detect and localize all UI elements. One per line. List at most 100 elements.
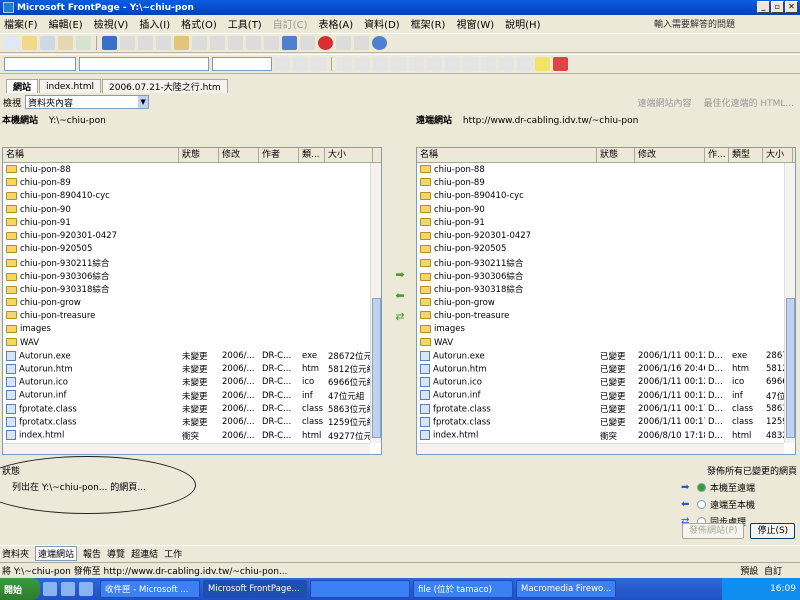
folder-row[interactable]: images <box>417 323 795 336</box>
radio-button[interactable] <box>697 500 706 509</box>
menu-frames[interactable]: 框架(R) <box>411 16 446 31</box>
col-size[interactable]: 大小 <box>325 148 373 162</box>
remote-content-link[interactable]: 遠端網站內容 <box>637 96 691 109</box>
save-icon[interactable] <box>40 36 55 50</box>
file-row[interactable]: Autorun.exe 已變更 2006/1/11 00:12 D... exe 2867 <box>417 349 795 362</box>
col-modified[interactable]: 修改 <box>219 148 259 162</box>
file-row[interactable]: Autorun.htm 未變更 2006/... DR-C... htm 5812位元組 <box>3 362 381 375</box>
task-fireworks[interactable]: Macromedia Firewo... <box>516 580 616 598</box>
menu-help[interactable]: 說明(H) <box>505 16 540 31</box>
view-navigation[interactable]: 導覽 <box>107 547 125 560</box>
view-select[interactable]: 資料夾內容 ▼ <box>25 95 150 109</box>
anchor-icon[interactable] <box>354 36 369 50</box>
file-row[interactable]: Autorun.exe 未變更 2006/... DR-C... exe 28672位元組 <box>3 349 381 362</box>
refresh-icon[interactable] <box>300 36 315 50</box>
tab-trip-page[interactable]: 2006.07.21-大陸之行.htm <box>102 79 228 93</box>
folder-row[interactable]: chiu-pon-treasure <box>417 309 795 322</box>
col-type[interactable]: 類... <box>299 148 325 162</box>
paste-icon[interactable] <box>174 36 189 50</box>
menu-table[interactable]: 表格(A) <box>319 16 354 31</box>
file-row[interactable]: fprotatx.class 已變更 2006/1/11 00:17 D... clas… <box>417 416 795 429</box>
folder-row[interactable]: chiu-pon-91 <box>3 216 381 229</box>
help-question-box[interactable]: 輸入需要解答的問題 <box>654 17 754 30</box>
view-hyperlinks[interactable]: 超連結 <box>131 547 158 560</box>
col-modified[interactable]: 修改 <box>635 148 705 162</box>
cut-icon[interactable] <box>138 36 153 50</box>
outdent-icon[interactable] <box>481 57 496 71</box>
highlight-icon[interactable] <box>535 57 550 71</box>
folder-row[interactable]: chiu-pon-930306綜合 <box>417 269 795 282</box>
view-reports[interactable]: 報告 <box>83 547 101 560</box>
vertical-scrollbar[interactable] <box>370 163 381 443</box>
stop-button[interactable]: 停止(S) <box>750 523 796 539</box>
horizontal-scrollbar[interactable] <box>3 443 370 454</box>
horizontal-scrollbar[interactable] <box>417 443 784 454</box>
numbering-icon[interactable] <box>445 57 460 71</box>
maximize-button[interactable]: ▫ <box>771 1 784 13</box>
justify-icon[interactable] <box>391 57 406 71</box>
outlook-icon[interactable] <box>61 582 75 596</box>
folder-row[interactable]: chiu-pon-930306綜合 <box>3 269 381 282</box>
folder-row[interactable]: chiu-pon-88 <box>417 163 795 176</box>
sync-icon[interactable]: ⇄ <box>395 310 404 323</box>
folder-row[interactable]: chiu-pon-930318綜合 <box>3 283 381 296</box>
menu-tools[interactable]: 工具(T) <box>228 16 262 31</box>
task-frontpage[interactable]: Microsoft FrontPage... <box>203 580 307 598</box>
folder-row[interactable]: chiu-pon-90 <box>417 203 795 216</box>
borders-icon[interactable] <box>517 57 532 71</box>
col-status[interactable]: 狀態 <box>179 148 219 162</box>
file-row[interactable]: Autorun.inf 已變更 2006/1/11 00:12 D... inf 47位 <box>417 389 795 402</box>
folder-row[interactable]: chiu-pon-920301-0427 <box>3 229 381 242</box>
publish-icon[interactable] <box>58 36 73 50</box>
spelling-icon[interactable] <box>120 36 135 50</box>
col-type[interactable]: 類型 <box>729 148 763 162</box>
folder-row[interactable]: chiu-pon-treasure <box>3 309 381 322</box>
file-row[interactable]: fprotate.class 未變更 2006/... DR-C... class 586… <box>3 402 381 415</box>
folder-row[interactable]: chiu-pon-920301-0427 <box>417 229 795 242</box>
vertical-scrollbar[interactable] <box>784 163 795 443</box>
arrow-left-icon[interactable]: ⬅ <box>395 289 404 302</box>
stop-icon[interactable] <box>318 36 333 50</box>
ie-icon[interactable] <box>43 582 57 596</box>
show-all-icon[interactable] <box>336 36 351 50</box>
folder-row[interactable]: chiu-pon-890410-cyc <box>417 190 795 203</box>
align-right-icon[interactable] <box>373 57 388 71</box>
undo-icon[interactable] <box>210 36 225 50</box>
file-row[interactable]: Autorun.htm 已變更 2006/1/16 20:46 D... htm 5812 <box>417 362 795 375</box>
style-combo[interactable] <box>4 57 76 71</box>
folder-row[interactable]: chiu-pon-90 <box>3 203 381 216</box>
scroll-thumb[interactable] <box>786 298 795 438</box>
folder-row[interactable]: chiu-pon-930318綜合 <box>417 283 795 296</box>
menu-data[interactable]: 資料(D) <box>364 16 400 31</box>
folder-row[interactable]: chiu-pon-89 <box>3 176 381 189</box>
col-author[interactable]: 作者 <box>259 148 299 162</box>
folder-row[interactable]: chiu-pon-88 <box>3 163 381 176</box>
underline-icon[interactable] <box>311 57 326 71</box>
option-remote-to-local[interactable]: ⬅ 遠端至本機 <box>681 498 797 511</box>
col-size[interactable]: 大小 <box>763 148 793 162</box>
font-combo[interactable] <box>79 57 209 71</box>
radio-button[interactable] <box>697 483 706 492</box>
file-row[interactable]: index.html 衝突 2006/... DR-C... html 49277位元組 <box>3 429 381 442</box>
file-row[interactable]: fprotate.class 已變更 2006/1/11 00:17 D... clas… <box>417 402 795 415</box>
new-page-icon[interactable] <box>4 36 19 50</box>
close-button[interactable]: ✕ <box>785 1 798 13</box>
folder-row[interactable]: chiu-pon-930211綜合 <box>3 256 381 269</box>
file-row[interactable]: Autorun.inf 未變更 2006/... DR-C... inf 47位元組 <box>3 389 381 402</box>
tab-index-html[interactable]: index.html <box>39 79 101 93</box>
folder-row[interactable]: chiu-pon-890410-cyc <box>3 190 381 203</box>
option-local-to-remote[interactable]: ➡ 本機至遠端 <box>681 481 797 494</box>
tab-website[interactable]: 網站 <box>6 79 39 93</box>
italic-icon[interactable] <box>293 57 308 71</box>
menu-window[interactable]: 視窗(W) <box>456 16 494 31</box>
folder-row[interactable]: WAV <box>3 336 381 349</box>
bullets-icon[interactable] <box>463 57 478 71</box>
format-painter-icon[interactable] <box>192 36 207 50</box>
view-remote-site[interactable]: 遠端網站 <box>35 546 78 561</box>
folder-row[interactable]: images <box>3 323 381 336</box>
page-view-icon[interactable] <box>102 36 117 50</box>
task-file[interactable]: file (位於 tamaco) <box>413 580 513 598</box>
menu-format[interactable]: 格式(O) <box>181 16 217 31</box>
help-icon[interactable] <box>372 36 387 50</box>
task-folder[interactable] <box>310 580 410 598</box>
